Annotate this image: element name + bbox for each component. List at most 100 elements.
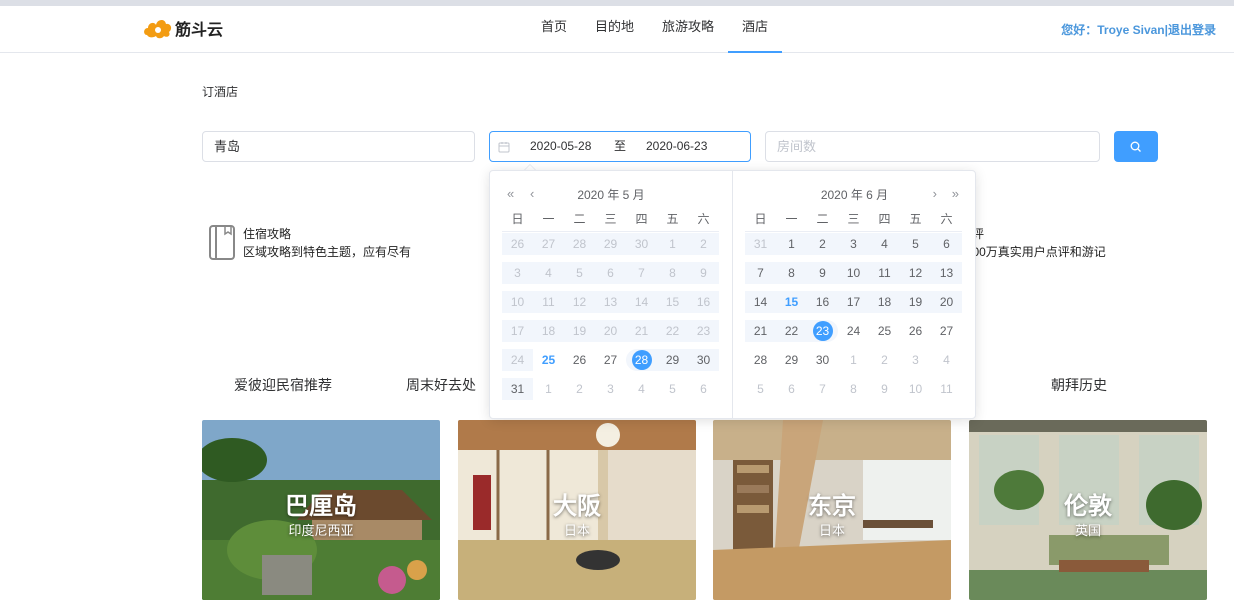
calendar-day[interactable]: 2 — [869, 349, 900, 371]
calendar-day[interactable]: 7 — [745, 261, 776, 284]
calendar-day[interactable]: 22 — [776, 319, 807, 342]
calendar-day[interactable]: 14 — [626, 290, 657, 313]
calendar-day[interactable]: 13 — [595, 290, 626, 313]
calendar-day[interactable]: 24 — [502, 348, 533, 371]
calendar-day[interactable]: 30 — [688, 348, 719, 371]
calendar-day[interactable]: 11 — [533, 290, 564, 313]
selected-day[interactable]: 28 — [631, 349, 652, 370]
calendar-day[interactable]: 26 — [564, 349, 595, 371]
nav-travel-guide[interactable]: 旅游攻略 — [648, 6, 728, 53]
calendar-day[interactable]: 11 — [869, 261, 900, 284]
calendar-day[interactable]: 8 — [838, 378, 869, 400]
calendar-day[interactable]: 6 — [776, 378, 807, 400]
calendar-day[interactable]: 31 — [502, 377, 533, 400]
calendar-day[interactable]: 21 — [745, 319, 776, 342]
nav-hotel[interactable]: 酒店 — [728, 6, 783, 53]
calendar-day[interactable]: 6 — [931, 232, 962, 255]
calendar-day[interactable]: 4 — [869, 232, 900, 255]
calendar-day[interactable]: 1 — [657, 232, 688, 255]
calendar-day[interactable]: 25 — [869, 320, 900, 342]
calendar-day[interactable]: 7 — [626, 261, 657, 284]
calendar-day[interactable]: 3 — [900, 349, 931, 371]
calendar-day[interactable]: 22 — [657, 319, 688, 342]
calendar-day[interactable]: 1 — [776, 232, 807, 255]
rooms-input[interactable]: 房间数 — [765, 131, 1100, 162]
search-button[interactable] — [1114, 131, 1158, 162]
calendar-day[interactable]: 30 — [626, 232, 657, 255]
calendar-day[interactable]: 2 — [564, 378, 595, 400]
destination-card-london[interactable]: 伦敦 英国 — [969, 420, 1207, 600]
calendar-day[interactable]: 9 — [688, 261, 719, 284]
calendar-day[interactable]: 24 — [838, 320, 869, 342]
calendar-day[interactable]: 3 — [595, 378, 626, 400]
calendar-day[interactable]: 19 — [900, 290, 931, 313]
calendar-day[interactable]: 26 — [900, 320, 931, 342]
category-history[interactable]: 朝拜历史 — [1051, 375, 1107, 395]
calendar-day[interactable]: 28 — [745, 349, 776, 371]
calendar-day[interactable]: 3 — [502, 261, 533, 284]
calendar-day[interactable]: 23 — [807, 319, 838, 342]
calendar-day[interactable]: 2 — [688, 232, 719, 255]
calendar-day[interactable]: 21 — [626, 319, 657, 342]
calendar-day[interactable]: 30 — [807, 349, 838, 371]
calendar-day[interactable]: 1 — [533, 378, 564, 400]
calendar-day[interactable]: 28 — [564, 232, 595, 255]
calendar-day[interactable]: 9 — [807, 261, 838, 284]
calendar-day[interactable]: 4 — [931, 349, 962, 371]
calendar-day[interactable]: 12 — [900, 261, 931, 284]
category-airbnb[interactable]: 爱彼迎民宿推荐 — [234, 375, 332, 395]
calendar-day[interactable]: 8 — [657, 261, 688, 284]
category-weekend[interactable]: 周末好去处 — [406, 375, 476, 395]
destination-card-bali[interactable]: 巴厘岛 印度尼西亚 — [202, 420, 440, 600]
calendar-day[interactable]: 28 — [626, 348, 657, 371]
calendar-day[interactable]: 6 — [688, 378, 719, 400]
calendar-day[interactable]: 7 — [807, 378, 838, 400]
nav-home[interactable]: 首页 — [527, 6, 581, 53]
calendar-day[interactable]: 29 — [595, 232, 626, 255]
calendar-day[interactable]: 15 — [657, 290, 688, 313]
logout-link[interactable]: 退出登录 — [1168, 23, 1216, 37]
nav-destination[interactable]: 目的地 — [581, 6, 648, 53]
calendar-day[interactable]: 10 — [900, 378, 931, 400]
calendar-day[interactable]: 8 — [776, 261, 807, 284]
calendar-day[interactable]: 16 — [807, 290, 838, 313]
calendar-day[interactable]: 27 — [533, 232, 564, 255]
calendar-day[interactable]: 20 — [595, 319, 626, 342]
calendar-day[interactable]: 6 — [595, 261, 626, 284]
calendar-day[interactable]: 31 — [745, 232, 776, 255]
calendar-day[interactable]: 3 — [838, 232, 869, 255]
calendar-day[interactable]: 9 — [869, 378, 900, 400]
calendar-day[interactable]: 27 — [931, 320, 962, 342]
calendar-day[interactable]: 10 — [502, 290, 533, 313]
date-start[interactable]: 2020-05-28 — [530, 132, 591, 161]
city-input[interactable]: 青岛 — [202, 131, 475, 162]
calendar-day[interactable]: 20 — [931, 290, 962, 313]
calendar-day[interactable]: 14 — [745, 290, 776, 313]
calendar-day[interactable]: 26 — [502, 232, 533, 255]
calendar-day[interactable]: 18 — [533, 319, 564, 342]
calendar-day[interactable]: 5 — [900, 232, 931, 255]
date-range-input[interactable]: 2020-05-28 至 2020-06-23 — [489, 131, 751, 162]
calendar-day[interactable]: 23 — [688, 319, 719, 342]
calendar-day[interactable]: 5 — [564, 261, 595, 284]
calendar-day[interactable]: 17 — [838, 290, 869, 313]
calendar-day[interactable]: 17 — [502, 319, 533, 342]
calendar-day[interactable]: 11 — [931, 378, 962, 400]
calendar-day[interactable]: 27 — [595, 349, 626, 371]
calendar-day[interactable]: 2 — [807, 232, 838, 255]
calendar-day[interactable]: 18 — [869, 290, 900, 313]
logo[interactable]: 筋斗云 — [143, 15, 223, 41]
calendar-day[interactable]: 25 — [533, 349, 564, 371]
calendar-day[interactable]: 16 — [688, 290, 719, 313]
calendar-day[interactable]: 4 — [533, 261, 564, 284]
calendar-day[interactable]: 5 — [745, 378, 776, 400]
calendar-day[interactable]: 29 — [776, 349, 807, 371]
calendar-day[interactable]: 19 — [564, 319, 595, 342]
destination-card-tokyo[interactable]: 东京 日本 — [713, 420, 951, 600]
calendar-day[interactable]: 1 — [838, 349, 869, 371]
calendar-day[interactable]: 4 — [626, 378, 657, 400]
calendar-day[interactable]: 15 — [776, 290, 807, 313]
selected-day[interactable]: 23 — [812, 320, 833, 341]
destination-card-osaka[interactable]: 大阪 日本 — [458, 420, 696, 600]
calendar-day[interactable]: 29 — [657, 348, 688, 371]
